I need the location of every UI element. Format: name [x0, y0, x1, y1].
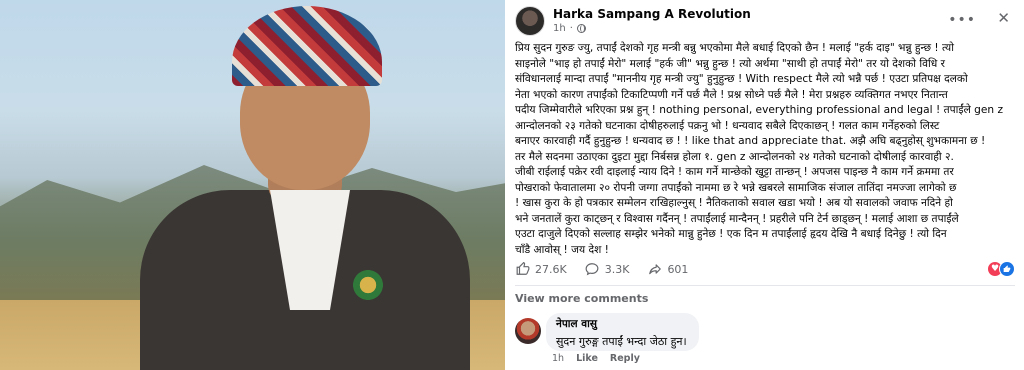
- post-line: भने जनतालें कुरा काट्छन् र विश्वास गर्दै…: [515, 212, 959, 225]
- share-count: 601: [667, 262, 689, 276]
- post-line: तर मैले सदनमा उठाएका दुइटा मुद्दा निर्बस…: [515, 150, 954, 163]
- post-body: प्रिय सुदन गुरुङ ज्यु, तपाईं देशको गृह म…: [515, 41, 1021, 258]
- post-line: जीबी राईलाई पक्रेर रवी दाइलाई न्याय दिने…: [515, 166, 954, 178]
- reaction-summary[interactable]: ♥: [987, 261, 1015, 277]
- post-line: नेता भएको कारण तपाईंको टिकाटिप्पणी गर्ने…: [515, 88, 948, 101]
- comment-like-button[interactable]: Like: [576, 353, 598, 364]
- person-portrait: [140, 0, 470, 370]
- like-reaction-icon: [999, 261, 1015, 277]
- reaction-bar: 27.6K 3.3K 601 ♥: [515, 260, 1015, 278]
- post-meta: 1h ·: [553, 23, 586, 34]
- post-line: चाँडै आवोस् ! जय देश !: [515, 243, 609, 256]
- comment-reply-button[interactable]: Reply: [610, 353, 640, 364]
- post-line: पदीय जिम्मेवारीले भरिएका प्रश्न हुन् ! n…: [515, 104, 1003, 116]
- share-icon: [647, 262, 662, 277]
- post-line: पोखराको फेवातालमा २० रोपनी जग्गा तपाईंको…: [515, 181, 957, 194]
- share-button[interactable]: 601: [647, 262, 688, 277]
- post-line: संविधानलाई मान्दा तपाईं "माननीय गृह मन्त…: [515, 73, 968, 85]
- post-line: साइनोले "भाइ हो तपाईं मेरो" मलाई "हर्क ज…: [515, 57, 945, 70]
- divider: [515, 285, 1015, 286]
- post-line: आन्दोलनको २३ गतेको घटनाका दोषीहरुलाई पक्…: [515, 119, 940, 132]
- comment-button[interactable]: 3.3K: [585, 262, 630, 277]
- thumbs-up-icon: [515, 262, 530, 277]
- view-more-comments-link[interactable]: View more comments: [515, 292, 648, 305]
- comment-text: सुदन गुरुङ्ग तपाईं भन्दा जेठा हुन।: [556, 335, 687, 348]
- post-time[interactable]: 1h: [553, 23, 566, 34]
- post-line: ! खास कुरा के हो पत्रकार सम्मेलन राखिहाल…: [515, 197, 953, 209]
- like-count: 27.6K: [535, 262, 567, 276]
- post-header: Harka Sampang A Revolution 1h · ••• ✕: [515, 6, 1014, 36]
- globe-icon: [576, 24, 586, 33]
- comment-actions: 1h Like Reply: [552, 353, 640, 364]
- author-name[interactable]: Harka Sampang A Revolution: [553, 7, 751, 21]
- post-line: बनाएर कारवाही गर्दै हुनुहुन्छ ! धन्यवाद …: [515, 135, 986, 147]
- more-horizontal-icon[interactable]: •••: [948, 12, 976, 28]
- post-line: प्रिय सुदन गुरुङ ज्यु, तपाईं देशको गृह म…: [515, 42, 954, 54]
- comment-time[interactable]: 1h: [552, 353, 564, 364]
- comment-bubble: नेपाल वासु सुदन गुरुङ्ग तपाईं भन्दा जेठा…: [546, 313, 699, 351]
- commenter-avatar[interactable]: [515, 318, 541, 344]
- lapel-pin: [350, 265, 386, 305]
- author-avatar[interactable]: [515, 6, 545, 36]
- close-icon[interactable]: ✕: [997, 9, 1010, 27]
- post-panel: Harka Sampang A Revolution 1h · ••• ✕ प्…: [505, 0, 1024, 370]
- comment-icon: [585, 262, 600, 277]
- comment-count: 3.3K: [604, 262, 630, 276]
- post-photo[interactable]: [0, 0, 505, 370]
- commenter-name[interactable]: नेपाल वासु: [556, 317, 687, 331]
- dhaka-topi-hat: [232, 6, 382, 86]
- like-button[interactable]: 27.6K: [515, 262, 567, 277]
- post-line: एउटा दाजुले दिएको सल्लाह सम्झेर भनेको मा…: [515, 228, 947, 240]
